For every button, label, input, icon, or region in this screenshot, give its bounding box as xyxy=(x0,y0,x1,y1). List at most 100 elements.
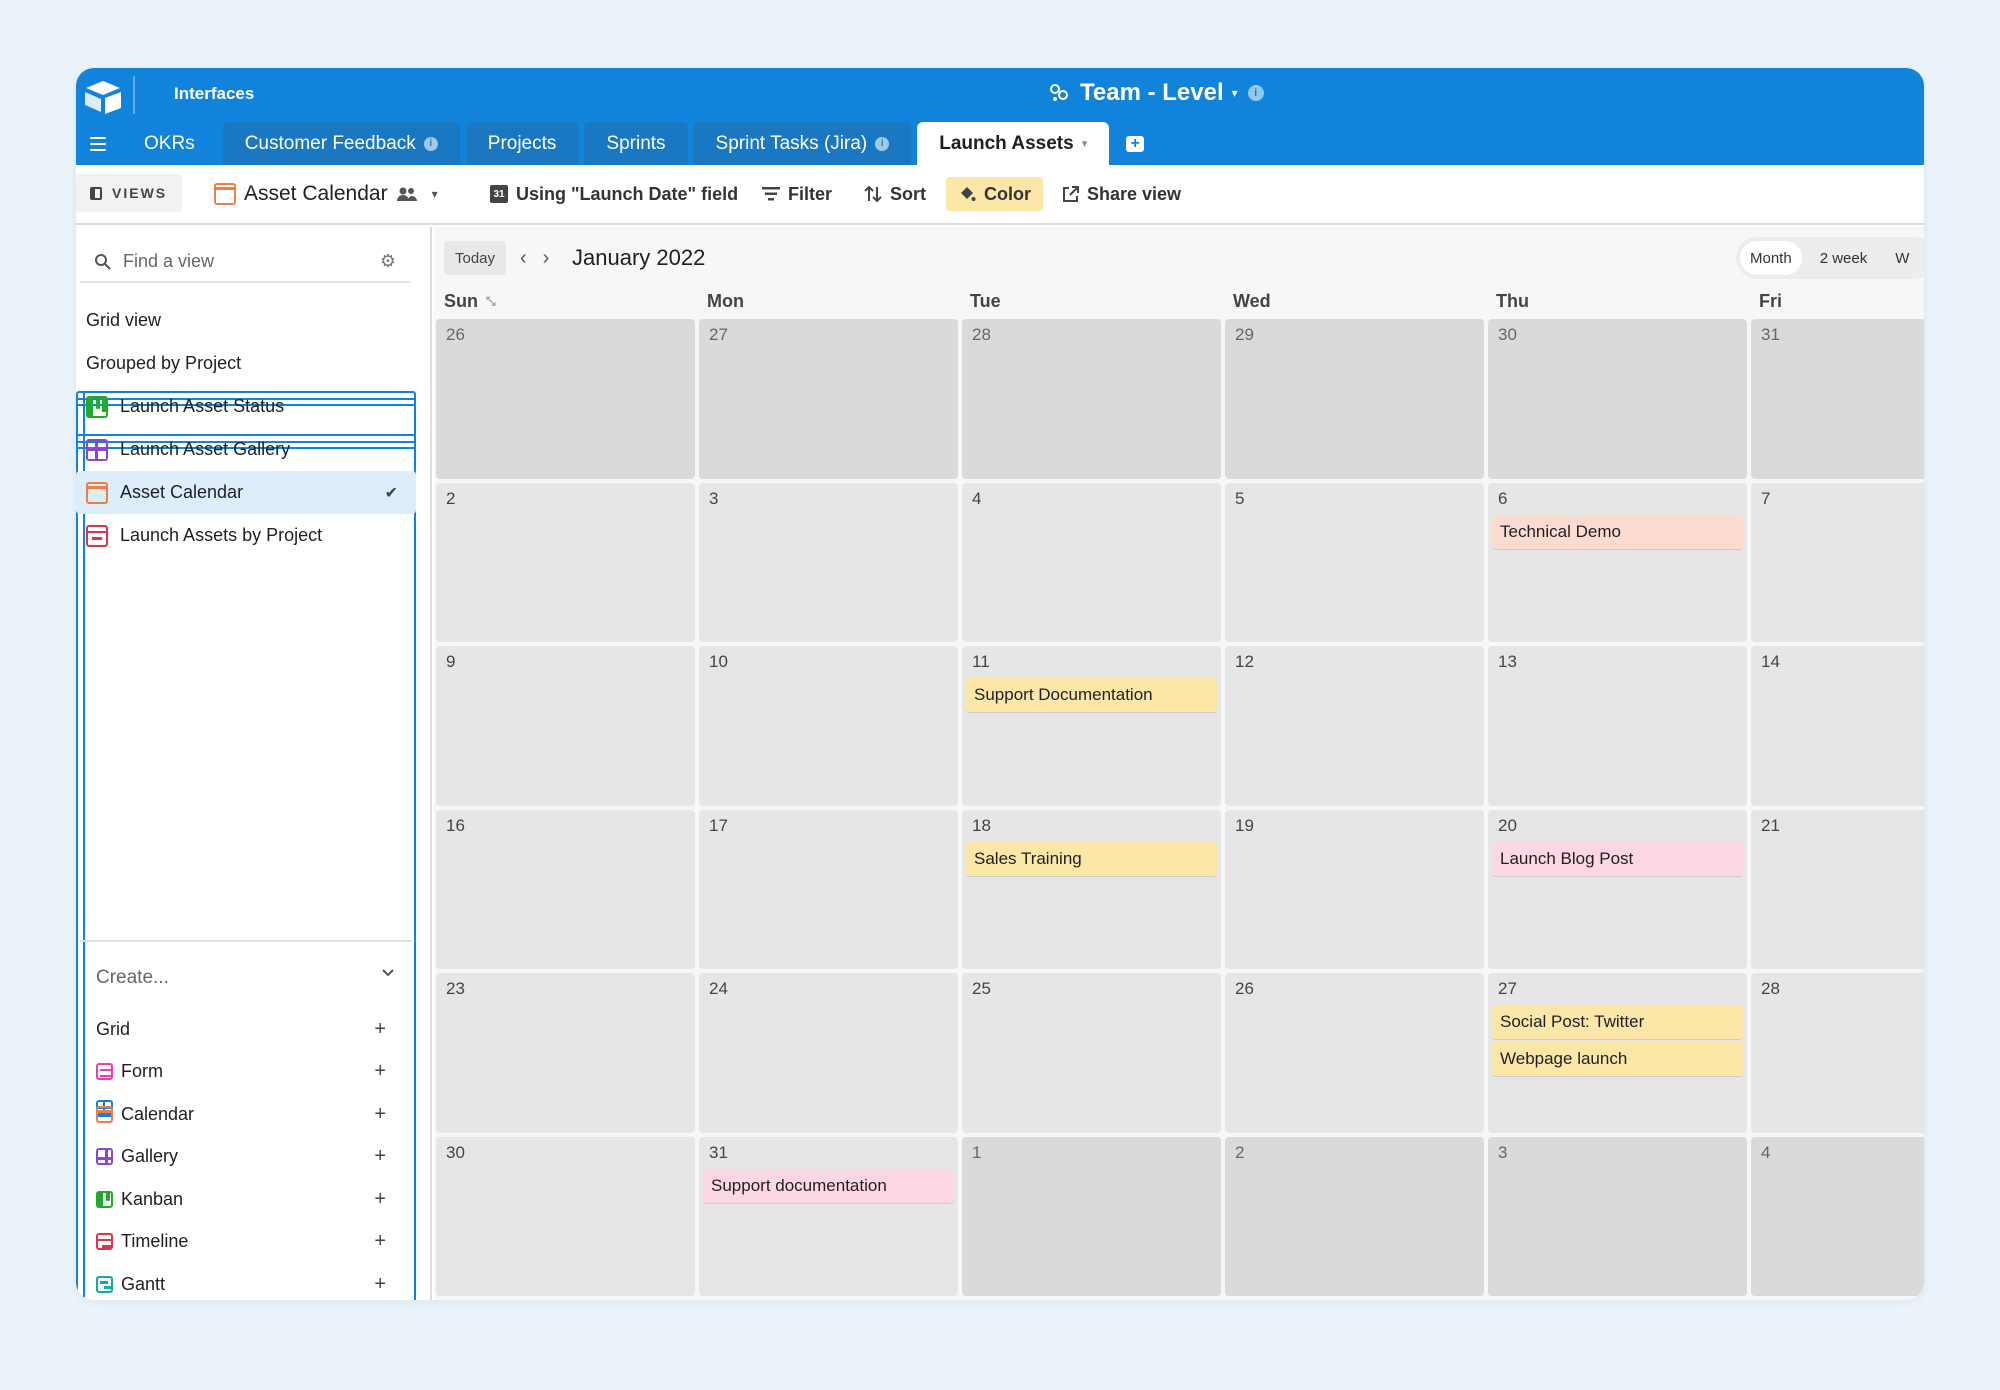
day-cell[interactable]: 5 xyxy=(1225,483,1484,643)
create-grid[interactable]: Grid+ xyxy=(96,1008,406,1051)
plus-icon[interactable]: + xyxy=(374,1188,386,1211)
day-cell[interactable]: 28 xyxy=(962,319,1221,479)
plus-icon[interactable]: + xyxy=(374,1018,386,1041)
calendar-event[interactable]: Technical Demo xyxy=(1492,515,1743,549)
day-cell[interactable]: 28 xyxy=(1751,973,1924,1133)
range-option-2-week[interactable]: 2 week xyxy=(1810,241,1878,275)
app-window: Interfaces Team - Level ▾ i OKRsCustomer… xyxy=(76,68,1924,1300)
info-icon[interactable]: i xyxy=(875,137,889,151)
day-cell[interactable]: 26 xyxy=(1225,973,1484,1133)
calendar-event[interactable]: Social Post: Twitter xyxy=(1492,1005,1743,1039)
tab-launch-assets[interactable]: Launch Assets▾ xyxy=(917,122,1109,165)
day-cell[interactable]: 11Support Documentation xyxy=(962,646,1221,806)
range-option-w[interactable]: W xyxy=(1885,241,1919,275)
chevron-down-icon[interactable]: ▾ xyxy=(432,187,438,201)
chevron-right-icon[interactable]: › xyxy=(543,247,550,270)
day-cell[interactable]: 9 xyxy=(436,646,695,806)
calendar-event[interactable]: Sales Training xyxy=(966,842,1217,876)
chevron-left-icon[interactable]: ‹ xyxy=(520,247,527,270)
day-cell[interactable]: 26 xyxy=(436,319,695,479)
day-cell[interactable]: 7 xyxy=(1751,483,1924,643)
chevron-down-icon[interactable]: ▾ xyxy=(1232,86,1238,100)
day-cell[interactable]: 3 xyxy=(699,483,958,643)
sidebar-item-launch-assets-by-project[interactable]: Launch Assets by Project xyxy=(76,514,416,557)
chevron-down-icon[interactable] xyxy=(380,967,396,979)
calendar-event[interactable]: Support documentation xyxy=(703,1169,954,1203)
create-kanban[interactable]: Kanban+ xyxy=(96,1178,406,1221)
day-cell[interactable]: 4 xyxy=(1751,1137,1924,1297)
create-gallery[interactable]: Gallery+ xyxy=(96,1136,406,1179)
day-cell[interactable]: 14 xyxy=(1751,646,1924,806)
day-cell[interactable]: 19 xyxy=(1225,810,1484,970)
day-cell[interactable]: 31Support documentation xyxy=(699,1137,958,1297)
collapse-icon[interactable]: ⤡ xyxy=(486,294,496,309)
tab-sprint-tasks-jira[interactable]: Sprint Tasks (Jira)i xyxy=(694,122,912,165)
day-cell[interactable]: 16 xyxy=(436,810,695,970)
tab-okrs[interactable]: OKRs xyxy=(120,122,217,165)
day-cell[interactable]: 30 xyxy=(1488,319,1747,479)
base-title[interactable]: Team - Level ▾ i xyxy=(1048,76,1264,110)
day-cell[interactable]: 31 xyxy=(1751,319,1924,479)
tab-projects[interactable]: Projects xyxy=(466,122,579,165)
day-cell[interactable]: 25 xyxy=(962,973,1221,1133)
plus-icon[interactable]: + xyxy=(374,1230,386,1253)
plus-icon[interactable]: + xyxy=(374,1145,386,1168)
calendar-event[interactable]: Support Documentation xyxy=(966,678,1217,712)
calendar-event[interactable]: Launch Blog Post xyxy=(1492,842,1743,876)
sort-button[interactable]: Sort xyxy=(864,165,926,223)
day-cell[interactable]: 23 xyxy=(436,973,695,1133)
filter-button[interactable]: Filter xyxy=(762,165,832,223)
view-switcher[interactable]: Asset Calendar ▾ xyxy=(214,165,438,223)
add-table-button[interactable]: + xyxy=(1115,122,1155,165)
day-cell[interactable]: 10 xyxy=(699,646,958,806)
day-cell[interactable]: 2 xyxy=(436,483,695,643)
day-cell[interactable]: 27Social Post: TwitterWebpage launch xyxy=(1488,973,1747,1133)
day-cell[interactable]: 12 xyxy=(1225,646,1484,806)
menu-icon[interactable] xyxy=(76,122,120,165)
share-view-button[interactable]: Share view xyxy=(1062,165,1181,223)
info-icon[interactable]: i xyxy=(1248,85,1264,101)
day-cell[interactable]: 13 xyxy=(1488,646,1747,806)
day-cell[interactable]: 24 xyxy=(699,973,958,1133)
search-input[interactable]: Find a view xyxy=(123,251,214,272)
create-form[interactable]: Form+ xyxy=(96,1051,406,1094)
day-cell[interactable]: 27 xyxy=(699,319,958,479)
create-timeline[interactable]: Timeline+ xyxy=(96,1221,406,1264)
plus-icon[interactable]: + xyxy=(374,1103,386,1126)
day-cell[interactable]: 4 xyxy=(962,483,1221,643)
tab-sprints[interactable]: Sprints xyxy=(584,122,687,165)
plus-icon[interactable]: + xyxy=(374,1060,386,1083)
date-field-button[interactable]: 31 Using "Launch Date" field xyxy=(490,165,738,223)
day-cell[interactable]: 20Launch Blog Post xyxy=(1488,810,1747,970)
airtable-logo[interactable] xyxy=(80,77,126,117)
day-cell[interactable]: 2 xyxy=(1225,1137,1484,1297)
gear-icon[interactable]: ⚙ xyxy=(380,251,396,272)
day-cell[interactable]: 21 xyxy=(1751,810,1924,970)
day-cell[interactable]: 18Sales Training xyxy=(962,810,1221,970)
sidebar-item-grouped-by-project[interactable]: Grouped by Project xyxy=(76,342,416,385)
create-section-header[interactable]: Create... xyxy=(96,967,396,989)
create-gantt[interactable]: Gantt+ xyxy=(96,1263,406,1300)
calendar-event[interactable]: Webpage launch xyxy=(1492,1042,1743,1076)
create-calendar[interactable]: Calendar+ xyxy=(96,1093,406,1136)
color-button[interactable]: Color xyxy=(946,177,1043,211)
day-cell[interactable]: 30 xyxy=(436,1137,695,1297)
sidebar-item-grid-view[interactable]: Grid view xyxy=(76,299,416,342)
day-cell[interactable]: 29 xyxy=(1225,319,1484,479)
day-cell[interactable]: 3 xyxy=(1488,1137,1747,1297)
interfaces-link[interactable]: Interfaces xyxy=(174,84,254,104)
chevron-down-icon[interactable]: ▾ xyxy=(1082,137,1088,150)
today-button[interactable]: Today xyxy=(444,241,506,275)
day-cell[interactable]: 6Technical Demo xyxy=(1488,483,1747,643)
views-toggle-button[interactable]: VIEWS xyxy=(76,174,182,212)
view-search[interactable]: Find a view ⚙ xyxy=(80,241,410,283)
sidebar-item-launch-asset-status[interactable]: Launch Asset Status xyxy=(76,385,416,428)
tab-customer-feedback[interactable]: Customer Feedbacki xyxy=(223,122,460,165)
sidebar-item-launch-asset-gallery[interactable]: Launch Asset Gallery xyxy=(76,428,416,471)
sidebar-item-asset-calendar[interactable]: Asset Calendar✔ xyxy=(76,471,416,514)
day-cell[interactable]: 1 xyxy=(962,1137,1221,1297)
info-icon[interactable]: i xyxy=(424,137,438,151)
plus-icon[interactable]: + xyxy=(374,1273,386,1296)
range-option-month[interactable]: Month xyxy=(1740,241,1802,275)
day-cell[interactable]: 17 xyxy=(699,810,958,970)
